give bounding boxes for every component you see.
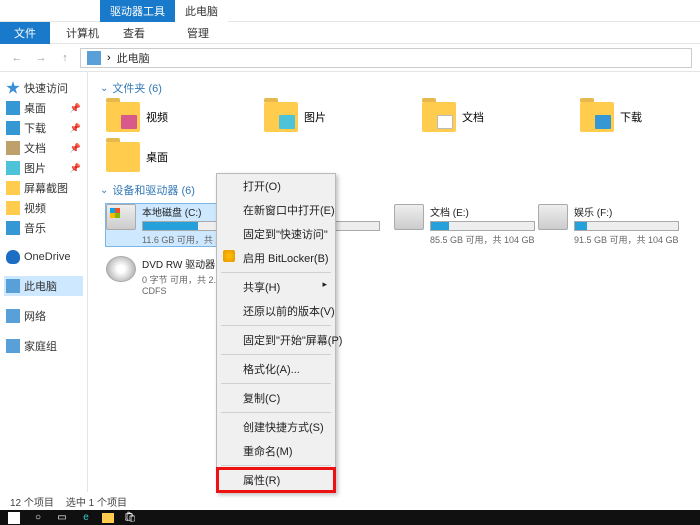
folder-icon xyxy=(6,181,20,195)
network-icon xyxy=(6,309,20,323)
drive-sub: 91.5 GB 可用，共 104 GB xyxy=(574,233,679,246)
menu-open-new-window[interactable]: 在新窗口中打开(E) xyxy=(217,198,335,222)
music-icon xyxy=(6,221,20,235)
folder-icon xyxy=(106,102,140,132)
drive-item[interactable]: 娱乐 (F:)91.5 GB 可用，共 104 GB xyxy=(538,204,668,246)
folder-icon xyxy=(422,102,456,132)
taskbar-explorer[interactable] xyxy=(102,513,114,523)
star-icon xyxy=(6,81,20,95)
pin-icon: 📌 xyxy=(70,143,81,154)
picture-icon xyxy=(6,161,20,175)
folder-downloads[interactable]: 下载 xyxy=(580,102,688,132)
sidebar-documents[interactable]: 文档📌 xyxy=(4,138,83,158)
menu-copy[interactable]: 复制(C) xyxy=(217,386,335,410)
back-button[interactable]: ← xyxy=(8,49,26,67)
ribbon-view[interactable]: 查看 xyxy=(111,22,157,44)
folder-icon xyxy=(6,201,20,215)
menu-create-shortcut[interactable]: 创建快捷方式(S) xyxy=(217,415,335,439)
document-icon xyxy=(6,141,20,155)
drive-sub: 85.5 GB 可用，共 104 GB xyxy=(430,233,535,246)
sidebar-music[interactable]: 音乐 xyxy=(4,218,83,238)
sidebar-pictures[interactable]: 图片📌 xyxy=(4,158,83,178)
drive-icon xyxy=(394,204,424,230)
shield-icon xyxy=(223,250,235,262)
sidebar-downloads[interactable]: 下载📌 xyxy=(4,118,83,138)
menu-rename[interactable]: 重命名(M) xyxy=(217,439,335,463)
menu-properties[interactable]: 属性(R) xyxy=(217,468,335,492)
status-bar: 12 个项目 选中 1 个项目 xyxy=(0,492,137,510)
drive-item[interactable]: 文档 (E:)85.5 GB 可用，共 104 GB xyxy=(394,204,524,246)
drive-name: 文档 (E:) xyxy=(430,204,535,219)
menu-format[interactable]: 格式化(A)... xyxy=(217,357,335,381)
task-view-button[interactable]: ▭ xyxy=(54,512,70,524)
folder-desktop[interactable]: 桌面 xyxy=(106,142,226,172)
ribbon: 文件 计算机 查看 管理 xyxy=(0,22,700,44)
sidebar-this-pc[interactable]: 此电脑 xyxy=(4,276,83,296)
folder-pictures[interactable]: 图片 xyxy=(264,102,372,132)
devices-section-header[interactable]: 设备和驱动器 (6) xyxy=(100,182,688,198)
desktop-icon xyxy=(6,101,20,115)
taskbar-store[interactable]: 🛍 xyxy=(122,512,138,524)
tool-tab[interactable]: 驱动器工具 xyxy=(100,0,175,22)
homegroup-icon xyxy=(6,339,20,353)
sidebar-videos[interactable]: 视频 xyxy=(4,198,83,218)
pin-icon: 📌 xyxy=(70,103,81,114)
pin-icon: 📌 xyxy=(70,123,81,134)
up-button[interactable]: ↑ xyxy=(56,49,74,67)
forward-button[interactable]: → xyxy=(32,49,50,67)
sidebar-desktop[interactable]: 桌面📌 xyxy=(4,98,83,118)
sidebar-quick-access[interactable]: 快速访问 xyxy=(4,78,83,98)
menu-pin-start[interactable]: 固定到"开始"屏幕(P) xyxy=(217,328,335,352)
drive-icon xyxy=(106,256,136,282)
cortana-button[interactable]: ○ xyxy=(30,512,46,524)
menu-bitlocker[interactable]: 启用 BitLocker(B) xyxy=(217,246,335,270)
sidebar-onedrive[interactable]: OneDrive xyxy=(4,248,83,266)
folder-icon xyxy=(106,142,140,172)
item-count: 12 个项目 xyxy=(10,494,54,508)
drive-icon xyxy=(538,204,568,230)
address-bar[interactable]: › 此电脑 xyxy=(80,48,692,68)
drive-name: 娱乐 (F:) xyxy=(574,204,679,219)
sidebar-screenshots[interactable]: 屏幕截图 xyxy=(4,178,83,198)
menu-share[interactable]: 共享(H) xyxy=(217,275,335,299)
menu-open[interactable]: 打开(O) xyxy=(217,174,335,198)
pin-icon: 📌 xyxy=(70,163,81,174)
navigation-pane: 快速访问 桌面📌 下载📌 文档📌 图片📌 屏幕截图 视频 音乐 OneDrive… xyxy=(0,72,88,492)
cloud-icon xyxy=(6,250,20,264)
pc-icon xyxy=(87,51,101,65)
drive-capacity-bar xyxy=(574,221,679,231)
folder-documents[interactable]: 文档 xyxy=(422,102,530,132)
download-icon xyxy=(6,121,20,135)
ribbon-manage[interactable]: 管理 xyxy=(175,22,221,44)
sidebar-network[interactable]: 网络 xyxy=(4,306,83,326)
window-title: 此电脑 xyxy=(175,0,228,22)
folder-icon xyxy=(580,102,614,132)
file-menu[interactable]: 文件 xyxy=(0,22,50,44)
menu-restore-previous[interactable]: 还原以前的版本(V) xyxy=(217,299,335,323)
folder-icon xyxy=(264,102,298,132)
folder-videos[interactable]: 视频 xyxy=(106,102,214,132)
drive-capacity-bar xyxy=(430,221,535,231)
breadcrumb[interactable]: › xyxy=(107,52,111,64)
folders-section-header[interactable]: 文件夹 (6) xyxy=(100,80,688,96)
pc-icon xyxy=(6,279,20,293)
sidebar-homegroup[interactable]: 家庭组 xyxy=(4,336,83,356)
taskbar: ○ ▭ e 🛍 xyxy=(0,510,700,525)
drive-icon xyxy=(106,204,136,230)
address-bar-row: ← → ↑ › 此电脑 xyxy=(0,44,700,72)
title-bar: 驱动器工具 此电脑 xyxy=(0,0,700,22)
context-menu: 打开(O) 在新窗口中打开(E) 固定到"快速访问" 启用 BitLocker(… xyxy=(216,173,336,493)
main-content: 文件夹 (6) 视频 图片 文档 下载 桌面 设备和驱动器 (6) 本地磁盘 (… xyxy=(88,72,700,492)
breadcrumb-location[interactable]: 此电脑 xyxy=(117,50,150,66)
ribbon-computer[interactable]: 计算机 xyxy=(54,22,111,44)
taskbar-edge[interactable]: e xyxy=(78,512,94,524)
menu-pin-quick-access[interactable]: 固定到"快速访问" xyxy=(217,222,335,246)
start-button[interactable] xyxy=(6,512,22,524)
selection-count: 选中 1 个项目 xyxy=(66,494,127,508)
windows-icon xyxy=(8,512,20,524)
